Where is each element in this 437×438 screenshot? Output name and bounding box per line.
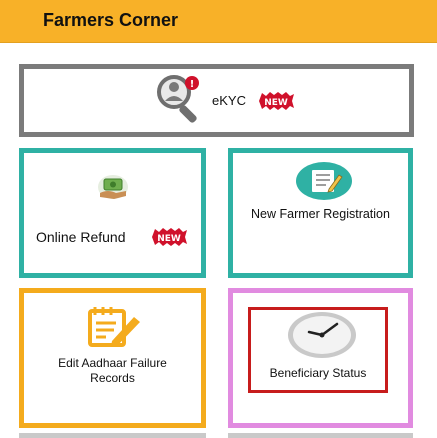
svg-text:NEW: NEW [264, 98, 288, 108]
next-row-tile-edge [228, 433, 413, 438]
online-refund-label: Online Refund [36, 229, 126, 245]
ekyc-label: eKYC [212, 93, 246, 108]
beneficiary-status-tile[interactable]: Beneficiary Status [228, 288, 413, 428]
beneficiary-status-highlight[interactable]: Beneficiary Status [248, 307, 388, 393]
edit-aadhaar-failure-records-label: Edit Aadhaar Failure Records [58, 356, 167, 385]
farmers-corner-header: Farmers Corner [0, 0, 437, 43]
money-hand-icon [96, 173, 130, 201]
new-farmer-registration-tile[interactable]: New Farmer Registration [228, 148, 413, 278]
ekyc-tile[interactable]: ! eKYC NEW [19, 64, 414, 137]
edit-aadhaar-failure-records-tile[interactable]: Edit Aadhaar Failure Records [19, 288, 206, 428]
new-farmer-registration-label: New Farmer Registration [251, 207, 390, 221]
svg-text:!: ! [190, 79, 195, 90]
registration-form-icon [295, 161, 353, 201]
new-badge: NEW [257, 91, 295, 111]
beneficiary-status-label: Beneficiary Status [269, 366, 367, 380]
next-row-tile-edge [19, 433, 206, 438]
clock-icon [287, 310, 357, 360]
new-badge: NEW [150, 227, 188, 247]
svg-text:NEW: NEW [157, 234, 181, 244]
magnifier-user-icon: ! [155, 74, 205, 126]
online-refund-tile[interactable]: Online Refund NEW [19, 148, 206, 278]
page-title: Farmers Corner [43, 10, 179, 30]
edit-document-icon [84, 307, 144, 349]
